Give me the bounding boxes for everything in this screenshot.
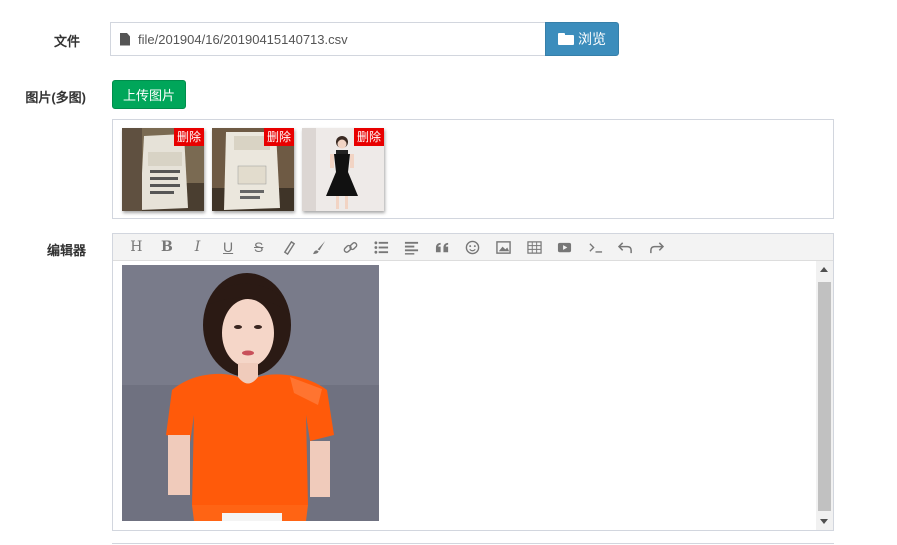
redo-icon[interactable]	[641, 236, 672, 258]
strikethrough-icon[interactable]: S	[243, 236, 274, 258]
scrollbar-thumb[interactable]	[818, 282, 831, 511]
file-icon	[120, 32, 130, 46]
scroll-down-arrow-icon[interactable]	[820, 519, 828, 524]
woman-orange-blouse-photo	[122, 265, 379, 521]
underline-icon[interactable]: U	[213, 236, 244, 258]
file-path-input[interactable]: file/201904/16/20190415140713.csv	[110, 22, 546, 56]
delete-image-button[interactable]: 删除	[173, 128, 204, 146]
divider	[112, 543, 834, 544]
highlight-icon[interactable]	[274, 236, 305, 258]
list-icon[interactable]	[366, 236, 397, 258]
table-icon[interactable]	[519, 236, 550, 258]
undo-icon[interactable]	[611, 236, 642, 258]
scroll-up-arrow-icon[interactable]	[820, 267, 828, 272]
thumbnail[interactable]: 删除	[302, 128, 384, 211]
quote-icon[interactable]	[427, 236, 458, 258]
browse-button-label: 浏览	[578, 31, 606, 47]
images-label: 图片(多图)	[25, 90, 86, 105]
align-icon[interactable]	[396, 236, 427, 258]
code-icon[interactable]	[580, 236, 611, 258]
folder-open-icon	[558, 33, 574, 45]
image-icon[interactable]	[488, 236, 519, 258]
delete-image-button[interactable]: 删除	[263, 128, 294, 146]
brush-icon[interactable]	[305, 236, 336, 258]
emoji-icon[interactable]	[458, 236, 489, 258]
video-icon[interactable]	[549, 236, 580, 258]
editor-label: 编辑器	[46, 243, 86, 258]
upload-image-button[interactable]: 上传图片	[112, 80, 186, 109]
link-icon[interactable]	[335, 236, 366, 258]
file-label: 文件	[53, 34, 80, 49]
delete-image-button[interactable]: 删除	[353, 128, 384, 146]
thumbnail[interactable]: 删除	[212, 128, 294, 211]
italic-icon[interactable]: I	[182, 236, 213, 258]
heading-icon[interactable]: H	[121, 236, 152, 258]
thumbnail-gallery: 删除 删除 删除	[112, 119, 834, 219]
browse-button[interactable]: 浏览	[545, 22, 619, 56]
editor-scrollbar[interactable]	[816, 261, 833, 530]
file-path-text: file/201904/16/20190415140713.csv	[138, 31, 348, 47]
thumbnail[interactable]: 删除	[122, 128, 204, 211]
editor-toolbar: H B I U S	[113, 234, 833, 261]
bold-icon[interactable]: B	[152, 236, 183, 258]
editor-content[interactable]	[113, 261, 817, 530]
rich-text-editor: H B I U S	[112, 233, 834, 531]
